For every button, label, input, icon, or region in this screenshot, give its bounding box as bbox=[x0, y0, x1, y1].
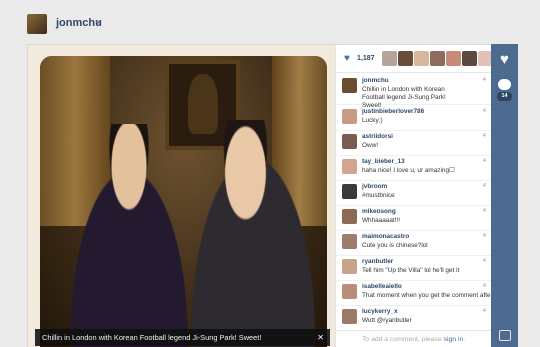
username-link[interactable]: jonmchu bbox=[56, 17, 102, 29]
comment-text: #mustbnice bbox=[362, 192, 395, 199]
comment-item: lucykerry_x 4 Wutt @ryanbutler bbox=[336, 306, 492, 327]
comment-avatar[interactable] bbox=[342, 284, 357, 299]
comment-text: Wutt @ryanbutler bbox=[362, 317, 412, 324]
liker-avatar[interactable] bbox=[446, 51, 461, 66]
action-strip: ♥ 14 bbox=[491, 44, 518, 347]
liker-avatar[interactable] bbox=[382, 51, 397, 66]
comment-avatar[interactable] bbox=[342, 184, 357, 199]
add-comment-text: To add a comment, please bbox=[362, 336, 444, 343]
comment-time: 4 bbox=[482, 108, 486, 114]
comment-username[interactable]: tay_bieber_13 bbox=[362, 158, 405, 165]
comment-text: Whhaaaaat!!! bbox=[362, 217, 401, 224]
comment-item: jvbroom 4 #mustbnice bbox=[336, 181, 492, 206]
comment-count-badge: 14 bbox=[497, 92, 512, 101]
comments-panel: ♥ 1,187 jonmchu 4 Chillin in London with K… bbox=[335, 45, 493, 347]
sign-in-link[interactable]: sign in bbox=[444, 336, 464, 343]
comment-time: 4 bbox=[482, 158, 486, 164]
comment-item: justinbieberlover786 4 Lucky;) bbox=[336, 106, 492, 131]
liker-avatar[interactable] bbox=[398, 51, 413, 66]
likes-count[interactable]: 1,187 bbox=[357, 55, 375, 62]
comment-time: 4 bbox=[482, 183, 486, 189]
comment-text: Tell him "Up the Villa" lol he'll get it bbox=[362, 267, 460, 274]
comment-text: That moment when you get the comment aft… bbox=[362, 292, 492, 299]
comment-username[interactable]: isabelleaiello bbox=[362, 283, 402, 290]
comment-time: 4 bbox=[482, 283, 486, 289]
camera-icon bbox=[499, 330, 511, 341]
comment-avatar[interactable] bbox=[342, 259, 357, 274]
comment-username[interactable]: maimonacastro bbox=[362, 233, 409, 240]
comment-username[interactable]: jvbroom bbox=[362, 183, 387, 190]
comment-item: ryanbutler 4 Tell him "Up the Villa" lol h… bbox=[336, 256, 492, 281]
comment-item: mikeosong 4 Whhaaaaat!!! bbox=[336, 206, 492, 231]
comment-username[interactable]: mikeosong bbox=[362, 208, 396, 215]
photo-caption: Chillin in London with Korean Football l… bbox=[42, 333, 262, 342]
comment-time: 4 bbox=[482, 258, 486, 264]
comment-text: haha nice! I love u, ur amazing☐ bbox=[362, 167, 455, 174]
comment-time: 4 bbox=[482, 233, 486, 239]
comment-time: 4 bbox=[482, 208, 486, 214]
comment-item: isabelleaiello 4 That moment when you get … bbox=[336, 281, 492, 306]
comment-username[interactable]: justinbieberlover786 bbox=[362, 108, 424, 115]
add-comment-suffix: . bbox=[463, 336, 466, 343]
photo-card: Chillin in London with Korean Football l… bbox=[27, 44, 493, 347]
add-comment-prompt: To add a comment, please sign in. bbox=[336, 330, 492, 347]
photo[interactable] bbox=[40, 56, 327, 347]
likes-bar: ♥ 1,187 bbox=[336, 45, 493, 73]
avatar[interactable] bbox=[27, 14, 47, 34]
chevron-down-icon[interactable]: ▾ bbox=[96, 18, 100, 27]
comment-item: tay_bieber_13 4 haha nice! I love u, ur am… bbox=[336, 156, 492, 181]
comment-button[interactable]: 14 bbox=[493, 76, 516, 101]
comment-text: Cute you is chinese?lol bbox=[362, 242, 428, 249]
liker-avatar[interactable] bbox=[462, 51, 477, 66]
close-icon[interactable]: ✕ bbox=[317, 329, 324, 346]
comment-time: 4 bbox=[482, 77, 486, 83]
comment-username[interactable]: ryanbutler bbox=[362, 258, 393, 265]
comment-avatar[interactable] bbox=[342, 309, 357, 324]
comment-time: 4 bbox=[482, 308, 486, 314]
comment-item: jonmchu 4 Chillin in London with Korean Fo… bbox=[336, 75, 492, 109]
comment-avatar[interactable] bbox=[342, 134, 357, 149]
camera-button[interactable] bbox=[493, 325, 516, 347]
comment-avatar[interactable] bbox=[342, 78, 357, 93]
heart-icon: ♥ bbox=[500, 51, 509, 68]
comment-avatar[interactable] bbox=[342, 234, 357, 249]
liker-avatar[interactable] bbox=[414, 51, 429, 66]
heart-icon: ♥ bbox=[344, 53, 350, 64]
comment-avatar[interactable] bbox=[342, 109, 357, 124]
comment-avatar[interactable] bbox=[342, 209, 357, 224]
comment-avatar[interactable] bbox=[342, 159, 357, 174]
photo-caption-bar: Chillin in London with Korean Football l… bbox=[35, 329, 330, 346]
comment-username[interactable]: lucykerry_x bbox=[362, 308, 398, 315]
comment-item: astriidorsi 4 Oww! bbox=[336, 131, 492, 156]
comment-item: maimonacastro 4 Cute you is chinese?lol bbox=[336, 231, 492, 256]
like-button[interactable]: ♥ bbox=[493, 48, 516, 71]
comment-bubble-icon bbox=[498, 79, 511, 90]
comment-text: Oww! bbox=[362, 142, 378, 149]
comment-username[interactable]: jonmchu bbox=[362, 77, 389, 84]
comment-text: Lucky;) bbox=[362, 117, 383, 124]
photo-person-right bbox=[178, 120, 327, 347]
comment-time: 4 bbox=[482, 133, 486, 139]
comment-username[interactable]: astriidorsi bbox=[362, 133, 393, 140]
comment-list: jonmchu 4 Chillin in London with Korean Fo… bbox=[336, 75, 492, 327]
profile-header: jonmchu ▾ bbox=[0, 0, 540, 44]
photo-container: Chillin in London with Korean Football l… bbox=[28, 45, 335, 347]
liker-avatar[interactable] bbox=[430, 51, 445, 66]
